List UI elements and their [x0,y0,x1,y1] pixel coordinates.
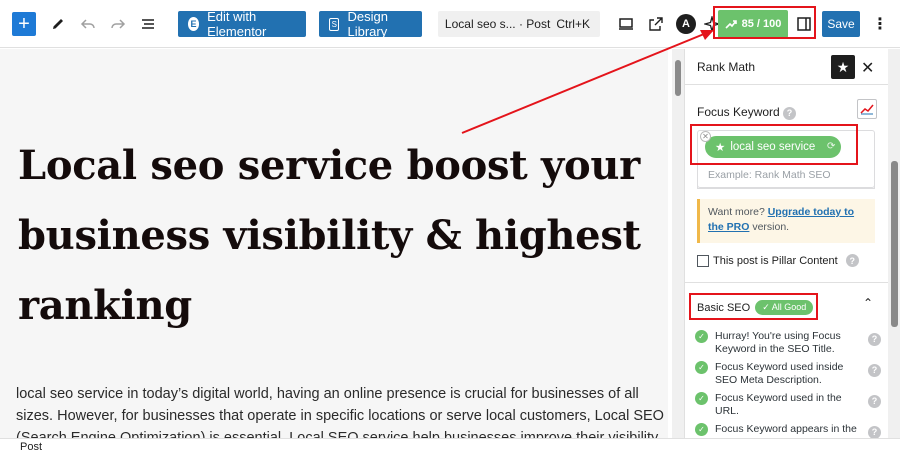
add-block-button[interactable]: + [12,12,36,36]
sidebar-icon [797,17,811,31]
divider [685,282,888,283]
post-paragraph[interactable]: local seo service in today’s digital wor… [16,383,666,438]
sidebar-title: Rank Math [697,60,756,74]
help-icon[interactable]: ? [868,426,881,438]
keyword-tag[interactable]: ★ local seo service ⟳ [705,136,842,158]
focus-keyword-heading: Focus Keyword ? [697,105,797,120]
help-icon[interactable]: ? [845,254,859,267]
astra-logo-icon: A [676,14,696,34]
focus-keyword-input[interactable] [698,162,874,188]
document-overview-button[interactable] [136,12,160,36]
star-icon: ★ [836,58,850,75]
remove-keyword-icon[interactable]: ✕ [700,131,711,142]
check-text: Focus Keyword used inside SEO Meta Descr… [715,361,844,386]
upsell-prefix: Want more? [708,206,768,218]
rank-math-score-button[interactable]: 85 / 100 [718,10,788,38]
desktop-icon [619,18,633,30]
close-icon[interactable]: ✕ [861,58,874,78]
command-shortcut: Ctrl+K [556,17,590,31]
pillar-checkbox[interactable] [697,254,709,267]
pin-sidebar-button[interactable]: ★ [831,55,855,79]
design-library-label: Design Library [347,9,388,39]
rank-math-score: 85 / 100 [741,18,782,30]
block-breadcrumb: Post [0,438,900,456]
keyword-trends-button[interactable] [857,99,877,119]
refresh-icon[interactable]: ⟳ [827,141,835,152]
document-bar[interactable]: Local seo s... · Post Ctrl+K [438,11,600,37]
list-view-icon [142,19,154,29]
edit-with-elementor-label: Edit with Elementor [207,9,267,39]
library-icon: S [329,17,340,31]
breadcrumb-item[interactable]: Post [20,441,42,453]
basic-seo-label: Basic SEO [697,301,751,314]
trend-chart-icon [860,104,874,115]
keyword-tag-label: local seo service [730,141,816,153]
more-vertical-icon: ⋮ [872,16,888,33]
keyword-input-wrap [697,162,875,189]
help-icon[interactable]: ? [868,364,881,377]
check-icon: ✓ [695,423,708,436]
edit-with-elementor-button[interactable]: E Edit with Elementor [178,9,306,39]
undo-button[interactable] [76,12,100,36]
document-title: Local seo s... · Post [444,17,551,31]
status-badge: ✓ All Good [755,300,814,315]
chevron-up-icon[interactable]: ⌃ [863,296,873,310]
list-item: ✓ Focus Keyword used inside SEO Meta Des… [695,361,887,392]
redo-button[interactable] [106,12,130,36]
redo-icon [111,19,126,29]
check-icon: ✓ [695,361,708,374]
view-post-button[interactable] [644,12,668,36]
check-text: Hurray! You're using Focus Keyword in th… [715,330,841,355]
canvas-scrollbar-thumb[interactable] [675,60,681,96]
post-title[interactable]: Local seo service boost your business vi… [18,131,658,341]
upsell-suffix: version. [749,221,790,233]
focus-keyword-label: Focus Keyword [697,105,780,119]
canvas-scrollbar[interactable] [672,49,684,438]
design-library-button[interactable]: S Design Library [319,9,422,39]
sidebar-scrollbar-thumb[interactable] [891,161,898,327]
editor-toolbar: + E Edit with Elementor S Design Library… [0,0,900,48]
sidebar-scrollbar[interactable] [888,49,900,438]
preview-button[interactable] [614,12,638,36]
check-text: Focus Keyword used in the URL. [715,392,842,417]
check-icon: ✓ [695,330,708,343]
tools-button[interactable] [46,12,70,36]
save-button[interactable]: Save [822,11,860,37]
list-item: ✓ Hurray! You're using Focus Keyword in … [695,330,887,361]
settings-sidebar-toggle[interactable] [792,12,816,36]
pillar-label: This post is Pillar Content [713,254,838,267]
pencil-icon [53,19,63,29]
help-icon[interactable]: ? [868,395,881,408]
list-item: ✓ Focus Keyword used in the URL. ? [695,392,887,423]
help-icon[interactable]: ? [868,333,881,346]
external-link-icon [649,17,663,31]
list-item: ✓ Focus Keyword appears in the ? [695,423,887,438]
basic-seo-checklist: ✓ Hurray! You're using Focus Keyword in … [695,330,887,438]
options-menu-button[interactable]: ⋮ [868,12,892,36]
pillar-content-option[interactable]: This post is Pillar Content ? [697,254,859,267]
elementor-icon: E [188,17,200,31]
astra-settings-button[interactable]: A [674,12,698,36]
check-text: Focus Keyword appears in the [715,423,857,435]
check-icon: ✓ [695,392,708,405]
upgrade-notice: Want more? Upgrade today to the PRO vers… [697,199,875,243]
help-icon[interactable]: ? [783,106,797,120]
editor-canvas[interactable]: Local seo service boost your business vi… [0,49,668,438]
plus-icon: + [18,13,30,35]
primary-star-icon: ★ [715,142,726,154]
rank-math-chart-icon [725,20,737,29]
sidebar-header: Rank Math ★ ✕ [685,49,888,85]
rank-math-sidebar: Rank Math ★ ✕ Focus Keyword ? ★ local se… [684,49,888,438]
basic-seo-header[interactable]: Basic SEO ✓ All Good [697,300,814,315]
undo-icon [80,19,95,29]
